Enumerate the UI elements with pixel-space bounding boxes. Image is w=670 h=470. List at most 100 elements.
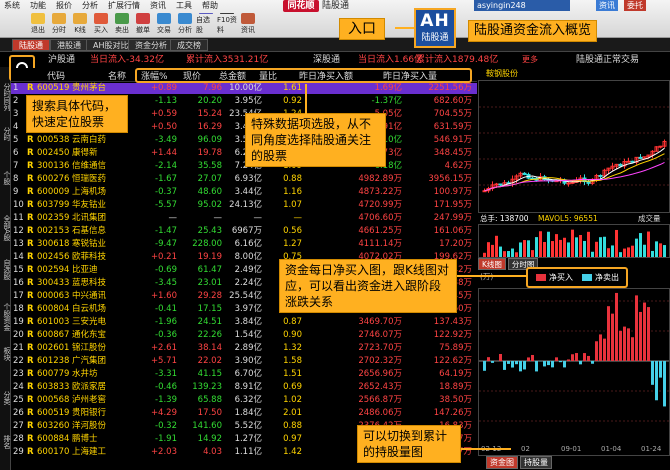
tab-flow-chart[interactable]: 资金图 — [486, 456, 518, 469]
table-row[interactable]: 24 R 603833 欧派家居 -0.46 139.23 8.91亿 0.69 2652.43… — [11, 382, 477, 393]
table-row[interactable]: 20 R 600867 通化东宝 -0.36 22.26 1.54亿 0.90 2746.07万… — [11, 330, 477, 341]
row-amount: 3.95亿 — [234, 96, 262, 106]
toolbar-button[interactable]: 分析 — [175, 13, 195, 35]
row-price: 19.19 — [197, 252, 222, 262]
row-code: 600884 — [37, 434, 70, 444]
table-row[interactable]: 1 R 600519 贵州茅台 +0.89 7.96 10.00亿 1.61 1.69亿 2251… — [11, 83, 477, 94]
table-row[interactable]: 25 R 000568 泸州老窖 -1.39 65.88 6.32亿 1.02 2566.87万… — [11, 395, 477, 406]
tab-holding-chart[interactable]: 持股量 — [520, 456, 552, 469]
row-name: 白云机场 — [72, 304, 107, 314]
row-index: 29 — [13, 447, 24, 457]
vertical-tab[interactable]: 分时 — [0, 127, 11, 141]
toolbar-button[interactable]: 撤单 — [133, 13, 153, 35]
tab-kline[interactable]: K线图 — [478, 258, 506, 270]
volume-bar — [555, 234, 558, 257]
row-code: 600867 — [37, 330, 70, 340]
menu-item[interactable]: 功能 — [30, 0, 46, 12]
sgt-label[interactable]: 深股通 — [313, 53, 340, 67]
row-price: 17.50 — [197, 408, 222, 418]
menu-item[interactable]: 帮助 — [202, 0, 218, 12]
toolbar-button[interactable]: K线 — [70, 13, 90, 35]
header-name[interactable]: 名称 — [108, 69, 126, 82]
vertical-tab[interactable]: 个股资金 — [0, 303, 11, 331]
toolbar-button[interactable]: 买入 — [91, 13, 111, 35]
vertical-tab[interactable]: 排名 — [0, 435, 11, 449]
table-row[interactable]: 26 R 600519 贵阳银行 +4.29 17.50 1.84亿 2.01 2486.06万… — [11, 408, 477, 419]
volume-bar — [615, 229, 618, 257]
row-name: 欧派家居 — [72, 382, 107, 392]
tab-item[interactable]: 成交榜 — [170, 39, 208, 51]
volume-bar — [483, 252, 486, 257]
row-name: 石基信息 — [72, 226, 107, 236]
menu-item[interactable]: 系统 — [4, 0, 20, 12]
ah-entry-button[interactable]: AH 陆股通 — [414, 8, 456, 48]
table-row[interactable]: 6R002450康得新+1.4419.786.29亿0.841.73亿348.4… — [11, 148, 477, 159]
row-flag: R — [27, 148, 34, 158]
row-change: -1.96 — [155, 317, 177, 327]
row-index: 23 — [13, 369, 24, 379]
vertical-tab[interactable]: 分时同列 — [0, 83, 11, 111]
table-row[interactable]: 7R300136信维通信-2.1435.587.24亿1.09-6.18亿4.6… — [11, 161, 477, 172]
table-row[interactable]: 19 R 601003 三安光电 -1.96 24.51 3.84亿 0.87 3469.70万… — [11, 317, 477, 328]
tab-item[interactable]: 资金分析 — [128, 39, 174, 51]
table-row[interactable]: 23 R 600779 水井坊 -3.31 41.15 6.70亿 1.51 2656.96万 6… — [11, 369, 477, 380]
vertical-tab[interactable]: 全部A股 — [0, 215, 11, 241]
row-code: 603833 — [37, 382, 70, 392]
toolbar-button[interactable]: 卖出 — [112, 13, 132, 35]
table-row[interactable]: 8 R 600276 恒瑞医药 -1.67 27.07 6.93亿 0.88 4982.89万 3… — [11, 174, 477, 185]
info-button[interactable]: 资讯 — [596, 0, 618, 11]
vertical-tab[interactable]: 自选股 — [0, 259, 11, 280]
menu-item[interactable]: 工具 — [176, 0, 192, 12]
vertical-tab[interactable]: 分类 — [0, 391, 11, 405]
menu-item[interactable]: 分析 — [82, 0, 98, 12]
callout-holding: 可以切换到累计的持股量图 — [357, 425, 461, 463]
table-row[interactable]: 12 R 002153 石基信息 -1.47 25.43 6967万 0.56 4661.25万… — [11, 226, 477, 237]
table-row[interactable]: 22 R 601238 广汽集团 +5.71 22.02 3.90亿 1.58 2702.32万… — [11, 356, 477, 367]
callout-flow: 资金每日净买入图，跟K线图对应，可以看出资金进入跟阶段涨跌关系 — [279, 259, 457, 313]
menu-item[interactable]: 报价 — [56, 0, 72, 12]
toolbar-button[interactable]: 自选股 — [196, 13, 216, 35]
row-net-buy: 1.69亿 — [374, 83, 402, 93]
order-button[interactable]: 委托 — [624, 0, 646, 11]
volume-bar — [635, 238, 638, 257]
table-row[interactable]: 10 R 603799 华友钴业 -5.57 95.02 24.13亿 1.07 4720.99… — [11, 200, 477, 211]
row-code: 300618 — [37, 239, 70, 249]
candle-body — [630, 160, 635, 163]
menu-item[interactable]: 资讯 — [150, 0, 166, 12]
flow-date-label: 09-01 — [561, 445, 581, 453]
volume-bar — [559, 239, 562, 257]
vertical-tab[interactable]: 个股 — [0, 171, 11, 185]
row-holding: 122.92万 — [433, 330, 472, 340]
row-price: 20.20 — [197, 96, 222, 106]
toolbar-button[interactable]: 退出 — [28, 13, 48, 35]
more-link[interactable]: 更多 — [522, 53, 538, 67]
header-code[interactable]: 代码 — [47, 69, 65, 82]
sgt-total-inflow: 累计流入1879.48亿 — [416, 55, 499, 65]
hgt-label[interactable]: 沪股通 — [48, 53, 75, 67]
legend-buy: 净买入 — [549, 273, 573, 282]
row-net-buy: 4706.60万 — [358, 213, 402, 223]
toolbar-button[interactable]: 资讯 — [238, 13, 258, 35]
volume-bar — [531, 250, 534, 257]
table-row[interactable]: 9 R 600009 上海机场 -0.37 48.60 3.44亿 1.16 4873.22万 1… — [11, 187, 477, 198]
table-row[interactable]: 13 R 300618 寒锐钴业 -9.47 228.00 6.16亿 1.27 4111.14… — [11, 239, 477, 250]
row-code: 002153 — [37, 226, 70, 236]
toolbar-button[interactable]: F10资料 — [217, 13, 237, 35]
tab-item[interactable]: 陆股通 — [12, 39, 50, 51]
tab-item[interactable]: 港股通 — [50, 39, 88, 51]
row-index: 18 — [13, 304, 24, 314]
kline-chart[interactable] — [478, 80, 670, 213]
row-holding: 137.43万 — [433, 317, 472, 327]
toolbar-button[interactable]: 交易 — [154, 13, 174, 35]
row-flag: R — [27, 200, 34, 210]
row-amount: 8.91亿 — [234, 382, 262, 392]
menu-item[interactable]: 扩展行情 — [108, 0, 140, 12]
toolbar-button[interactable]: 分时 — [49, 13, 69, 35]
ah-sub-label: 陆股通 — [421, 33, 449, 43]
vertical-tab[interactable]: 板块 — [0, 347, 11, 361]
net-flow-chart[interactable]: 02-120209-0101-0401-24 — [478, 288, 670, 456]
table-row[interactable]: 21 R 002601 锦江股份 +2.61 38.14 2.89亿 1.32 2723.70万… — [11, 343, 477, 354]
table-row[interactable]: 5R000538云南白药-3.4996.093.55亿0.91-2.10亿546… — [11, 135, 477, 146]
table-row[interactable]: 11 R 002359 北讯集团 — — — — 4706.60万 247.99万 — [11, 213, 477, 224]
row-flag: R — [27, 226, 34, 236]
